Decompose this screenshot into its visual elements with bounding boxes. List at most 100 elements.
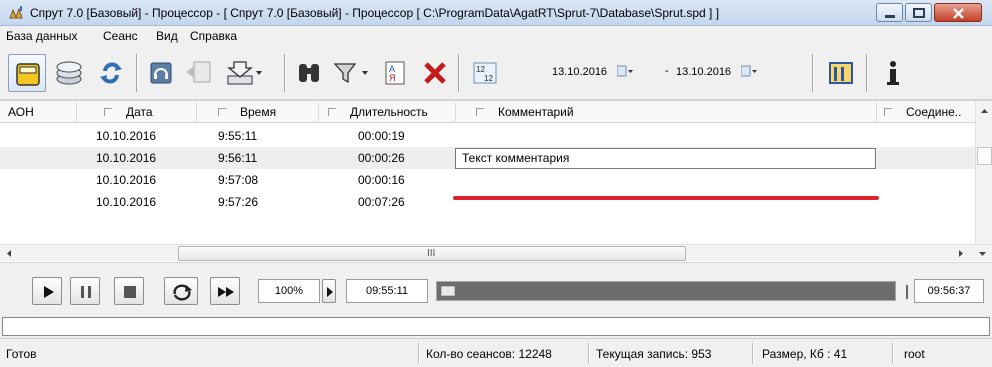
start-time-field: 09:55:11 [346, 279, 428, 303]
scroll-down-icon[interactable] [976, 246, 988, 261]
pause-button[interactable] [70, 277, 100, 305]
end-time-field: 09:56:37 [914, 279, 984, 303]
fast-forward-icon [218, 287, 234, 297]
listen-button[interactable] [142, 54, 180, 92]
cell-duration: 00:00:26 [358, 151, 405, 165]
delete-button[interactable] [416, 54, 454, 92]
table-header: АОН Дата Время Длительность Комментарий … [0, 101, 975, 123]
comment-input[interactable] [2, 317, 990, 336]
filter-button[interactable] [328, 54, 372, 92]
title-bar: Спрут 7.0 [Базовый] - Процессор - [ Спру… [0, 0, 992, 26]
status-bar: Готов Кол-во сеансов: 12248 Текущая запи… [0, 338, 992, 367]
horizontal-scrollbar[interactable]: III [0, 244, 992, 261]
sessions-table[interactable]: АОН Дата Время Длительность Комментарий … [0, 100, 992, 262]
date-range-button[interactable]: 12 12 [466, 54, 506, 92]
scroll-grip: III [427, 248, 436, 259]
columns-button[interactable] [822, 54, 860, 92]
minimize-icon [885, 15, 895, 18]
progress-knob[interactable] [441, 286, 455, 296]
maximize-button[interactable] [905, 3, 932, 22]
filter-icon [333, 63, 368, 84]
app-hand-icon [9, 6, 23, 19]
cell-date: 10.10.2016 [96, 151, 157, 165]
range-end-marker [906, 285, 910, 299]
playback-progress[interactable] [436, 281, 896, 301]
stop-button[interactable] [114, 277, 144, 305]
vertical-scroll-thumb[interactable] [977, 147, 992, 165]
speed-step-button[interactable] [322, 279, 336, 303]
export-icon [186, 61, 211, 83]
sort-button[interactable]: А Я [376, 54, 414, 92]
comment-edit-field[interactable]: Текст комментария [455, 148, 876, 169]
columns-icon [829, 62, 853, 84]
cell-duration: 00:00:16 [358, 173, 405, 187]
binoculars-icon [299, 64, 319, 82]
scroll-left-icon[interactable] [2, 246, 16, 261]
calendar-dropdown-icon[interactable] [617, 65, 634, 79]
scroll-right-icon[interactable] [954, 246, 968, 261]
download-icon [227, 61, 262, 85]
refresh-icon [100, 62, 122, 84]
column-header-aon[interactable]: АОН [8, 105, 34, 119]
date-from-picker[interactable]: 13.10.2016 [552, 58, 634, 86]
menu-view[interactable]: Вид [156, 29, 178, 43]
stop-icon [124, 286, 136, 298]
column-header-duration[interactable]: Длительность [350, 105, 428, 119]
table-row[interactable]: 10.10.2016 9:57:08 00:00:16 [0, 169, 975, 191]
highlight-underline [453, 196, 879, 200]
disks-icon [56, 61, 82, 85]
play-icon [44, 286, 54, 298]
date-from-value: 13.10.2016 [552, 66, 608, 78]
svg-text:12: 12 [484, 74, 493, 83]
status-size: Размер, Кб : 41 [762, 347, 848, 361]
menu-bar: База данных Сеанс Вид Справка [0, 26, 992, 46]
calendar-dropdown-icon[interactable] [741, 65, 758, 79]
download-button[interactable] [220, 54, 264, 92]
column-header-date[interactable]: Дата [126, 105, 153, 119]
date-to-picker[interactable]: 13.10.2016 [676, 58, 758, 86]
open-database-button[interactable] [8, 54, 46, 92]
step-right-icon [327, 287, 333, 297]
column-header-comment[interactable]: Комментарий [498, 105, 574, 119]
cell-time: 9:56:11 [218, 151, 258, 165]
database-open-icon [16, 63, 40, 86]
comment-strip [0, 314, 992, 338]
status-user: root [904, 347, 925, 361]
column-header-connection[interactable]: Соедине.. [906, 105, 961, 119]
cell-time: 9:57:26 [218, 195, 259, 209]
menu-database[interactable]: База данных [6, 29, 77, 43]
menu-session[interactable]: Сеанс [103, 29, 138, 43]
table-row[interactable]: 10.10.2016 9:55:11 00:00:19 [0, 125, 975, 147]
status-sessions-count: Кол-во сеансов: 12248 [426, 347, 552, 361]
table-row[interactable]: 10.10.2016 9:56:11 00:00:26 Текст коммен… [0, 147, 975, 169]
pause-icon [81, 286, 91, 298]
table-row[interactable]: 10.10.2016 9:57:26 00:07:26 [0, 191, 975, 213]
minimize-button[interactable] [876, 3, 903, 22]
date-separator: - [665, 65, 669, 77]
headset-icon [150, 62, 172, 84]
cell-duration: 00:00:19 [358, 129, 405, 143]
delete-icon [424, 62, 446, 84]
disks-button[interactable] [50, 54, 88, 92]
export-button[interactable] [180, 54, 218, 92]
status-current-record: Текущая запись: 953 [596, 347, 712, 361]
playback-speed[interactable]: 100% [258, 279, 320, 303]
fast-forward-button[interactable] [210, 277, 240, 305]
svg-text:12: 12 [476, 65, 485, 74]
cell-duration: 00:07:26 [358, 195, 405, 209]
loop-button[interactable] [164, 277, 198, 305]
search-button[interactable] [290, 54, 328, 92]
menu-help[interactable]: Справка [190, 29, 237, 43]
column-header-time[interactable]: Время [240, 105, 276, 119]
vertical-scrollbar[interactable] [975, 101, 992, 251]
scroll-up-icon[interactable] [976, 105, 992, 117]
close-button[interactable] [934, 3, 982, 22]
player-bar: 100% 09:55:11 09:56:37 [0, 262, 992, 314]
close-icon [953, 8, 964, 19]
refresh-button[interactable] [92, 54, 130, 92]
info-button[interactable] [874, 54, 912, 92]
date-range-icon: 12 12 [473, 62, 497, 84]
horizontal-scroll-thumb[interactable]: III [178, 246, 686, 261]
play-button[interactable] [32, 277, 62, 305]
cell-time: 9:57:08 [218, 173, 259, 187]
